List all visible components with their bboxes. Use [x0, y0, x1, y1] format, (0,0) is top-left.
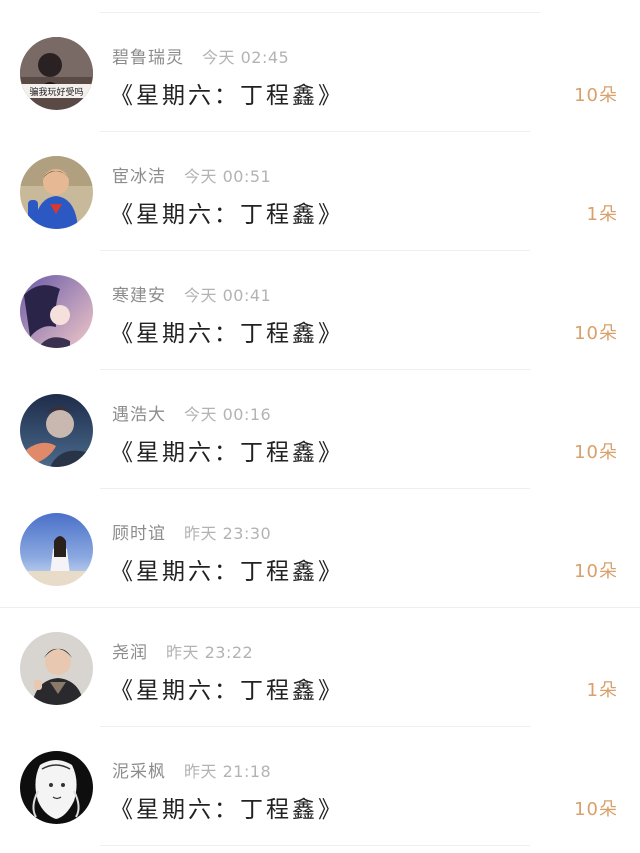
gift-title: 《星期六：丁程鑫》: [110, 678, 344, 704]
row-divider: [100, 845, 530, 846]
user-name[interactable]: 寒建安: [112, 281, 166, 306]
item-meta: 顾时谊 昨天 23:30: [112, 519, 271, 545]
flower-count: 1朵: [586, 680, 618, 701]
item-meta: 碧鲁瑞灵 今天 02:45: [112, 43, 289, 69]
list-item[interactable]: 顾时谊 昨天 23:30 《星期六：丁程鑫》 10朵: [0, 489, 640, 608]
avatar[interactable]: [20, 632, 93, 705]
gift-title: 《星期六：丁程鑫》: [110, 559, 344, 585]
user-name[interactable]: 宦冰洁: [112, 162, 166, 187]
list-item[interactable]: 泥采枫 昨天 21:18 《星期六：丁程鑫》 10朵: [0, 727, 640, 846]
avatar[interactable]: 骗我玩好受吗: [20, 37, 93, 110]
flower-count: 10朵: [574, 85, 618, 106]
timestamp: 昨天 21:18: [184, 762, 272, 781]
avatar[interactable]: [20, 513, 93, 586]
user-name[interactable]: 遇浩大: [112, 400, 166, 425]
avatar-photo-anime-purple-icon: [20, 275, 93, 348]
gift-title: 《星期六：丁程鑫》: [110, 797, 344, 823]
timestamp: 今天 00:51: [184, 167, 272, 186]
avatar-caption: 骗我玩好受吗: [29, 86, 83, 98]
user-name[interactable]: 泥采枫: [112, 757, 166, 782]
avatar-photo-child-superhero-icon: [20, 156, 93, 229]
timestamp: 今天 00:41: [184, 286, 272, 305]
item-meta: 寒建安 今天 00:41: [112, 281, 271, 307]
list-item[interactable]: 尧润 昨天 23:22 《星期六：丁程鑫》 1朵: [0, 608, 640, 727]
flower-count: 10朵: [574, 323, 618, 344]
avatar-photo-girl-beach-icon: [20, 513, 93, 586]
avatar[interactable]: [20, 751, 93, 824]
timestamp: 昨天 23:30: [184, 524, 272, 543]
user-name[interactable]: 碧鲁瑞灵: [112, 43, 184, 68]
flower-count: 10朵: [574, 799, 618, 820]
timestamp: 今天 00:16: [184, 405, 272, 424]
flower-count: 10朵: [574, 561, 618, 582]
avatar[interactable]: [20, 275, 93, 348]
gift-list: 骗我玩好受吗 碧鲁瑞灵 今天 02:45 《星期六：丁程鑫》 10朵 宦冰洁 今…: [0, 0, 640, 853]
list-item[interactable]: 骗我玩好受吗 碧鲁瑞灵 今天 02:45 《星期六：丁程鑫》 10朵: [0, 13, 640, 132]
timestamp: 今天 02:45: [202, 48, 290, 67]
user-name[interactable]: 尧润: [112, 638, 148, 663]
avatar-photo-boy-portrait-icon: [20, 632, 93, 705]
item-meta: 尧润 昨天 23:22: [112, 638, 253, 664]
list-item[interactable]: 宦冰洁 今天 00:51 《星期六：丁程鑫》 1朵: [0, 132, 640, 251]
avatar-photo-dark-figure-icon: 骗我玩好受吗: [20, 37, 93, 110]
avatar[interactable]: [20, 156, 93, 229]
item-meta: 宦冰洁 今天 00:51: [112, 162, 271, 188]
gift-title: 《星期六：丁程鑫》: [110, 83, 344, 109]
item-meta: 泥采枫 昨天 21:18: [112, 757, 271, 783]
flower-count: 1朵: [586, 204, 618, 225]
avatar-photo-sketch-girl-icon: [20, 751, 93, 824]
timestamp: 昨天 23:22: [166, 643, 254, 662]
item-meta: 遇浩大 今天 00:16: [112, 400, 271, 426]
list-item[interactable]: 寒建安 今天 00:41 《星期六：丁程鑫》 10朵: [0, 251, 640, 370]
gift-title: 《星期六：丁程鑫》: [110, 202, 344, 228]
avatar[interactable]: [20, 394, 93, 467]
user-name[interactable]: 顾时谊: [112, 519, 166, 544]
flower-count: 10朵: [574, 442, 618, 463]
list-item[interactable]: 遇浩大 今天 00:16 《星期六：丁程鑫》 10朵: [0, 370, 640, 489]
gift-title: 《星期六：丁程鑫》: [110, 440, 344, 466]
avatar-photo-anime-night-icon: [20, 394, 93, 467]
gift-title: 《星期六：丁程鑫》: [110, 321, 344, 347]
